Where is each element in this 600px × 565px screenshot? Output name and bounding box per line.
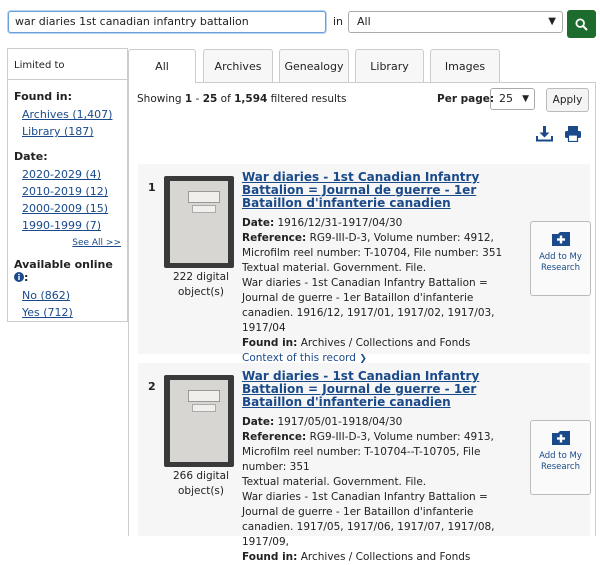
tab-genealogy[interactable]: Genealogy xyxy=(279,49,349,82)
bookmark-plus-icon xyxy=(552,431,570,445)
date-label: Date: xyxy=(242,217,275,229)
see-all-link[interactable]: See All >> xyxy=(14,238,121,248)
chevron-down-icon: ▼ xyxy=(522,94,529,104)
facet-link-archives[interactable]: Archives (1,407) xyxy=(22,106,121,123)
found-in-label: Found in: xyxy=(242,551,298,563)
facet-title-text: Available online xyxy=(14,258,113,271)
facet-title: Found in: xyxy=(14,90,72,103)
search-bar: war diaries 1st canadian infantry battal… xyxy=(0,0,600,44)
apply-button[interactable]: Apply xyxy=(546,88,589,112)
date-label: Date: xyxy=(242,416,275,428)
result-item: 1 222 digital object(s) War diaries - 1s… xyxy=(138,164,591,364)
range-end: 25 xyxy=(202,93,218,105)
result-details: Date: 1916/12/31-1917/04/30 Reference: R… xyxy=(242,216,522,367)
tab-archives[interactable]: Archives xyxy=(203,49,273,82)
facet-link-library[interactable]: Library (187) xyxy=(22,123,121,140)
result-type: Textual material. Government. File. xyxy=(242,262,427,274)
per-page-label: Per page: xyxy=(437,93,495,105)
digital-objects-count: 266 digital object(s) xyxy=(172,470,229,497)
facet-link-2010[interactable]: 2010-2019 (12) xyxy=(22,183,121,200)
info-icon[interactable] xyxy=(14,272,24,282)
in-label: in xyxy=(333,15,344,28)
result-number: 1 xyxy=(148,181,156,194)
range-sep: - xyxy=(192,93,203,105)
tab-images[interactable]: Images xyxy=(430,49,500,82)
result-thumbnail[interactable] xyxy=(164,375,234,467)
per-page-select[interactable]: 25 ▼ xyxy=(490,88,535,110)
tab-all[interactable]: All xyxy=(128,49,196,83)
scope-value: All xyxy=(357,15,371,28)
result-title-link[interactable]: War diaries - 1st Canadian Infantry Batt… xyxy=(242,370,512,409)
result-found-in: Archives / Collections and Fonds xyxy=(300,337,471,349)
facet-found-in: Found in: Archives (1,407) Library (187) xyxy=(8,90,127,140)
reference-label: Reference: xyxy=(242,232,307,244)
digital-objects-count: 222 digital object(s) xyxy=(172,271,229,298)
tab-library[interactable]: Library xyxy=(355,49,424,82)
result-thumbnail[interactable] xyxy=(164,176,234,268)
facet-link-yes[interactable]: Yes (712) xyxy=(22,304,121,321)
scope-select[interactable]: All ▼ xyxy=(348,11,563,33)
facet-title: Date: xyxy=(14,150,48,163)
search-input[interactable]: war diaries 1st canadian infantry battal… xyxy=(8,11,326,33)
add-to-research-button[interactable]: Add to My Research xyxy=(530,420,591,495)
filter-sidebar: Limited to Found in: Archives (1,407) Li… xyxy=(7,48,128,322)
download-icon[interactable] xyxy=(536,125,553,142)
sidebar-header: Limited to xyxy=(8,49,127,80)
per-page-value: 25 xyxy=(499,92,513,105)
showing-suffix: filtered results xyxy=(267,93,347,105)
facet-link-2000[interactable]: 2000-2009 (15) xyxy=(22,200,121,217)
facet-date: Date: 2020-2029 (4) 2010-2019 (12) 2000-… xyxy=(8,150,127,248)
result-details: Date: 1917/05/01-1918/04/30 Reference: R… xyxy=(242,415,522,565)
result-title-link[interactable]: War diaries - 1st Canadian Infantry Batt… xyxy=(242,171,512,210)
search-icon xyxy=(575,17,588,31)
of-label: of xyxy=(217,93,235,105)
results-count: Showing 1 - 25 of 1,594 filtered results xyxy=(137,93,347,105)
result-description: War diaries - 1st Canadian Infantry Batt… xyxy=(242,277,495,334)
result-item: 2 266 digital object(s) War diaries - 1s… xyxy=(138,363,591,563)
found-in-label: Found in: xyxy=(242,337,298,349)
bookmark-plus-icon xyxy=(552,232,570,246)
add-to-research-label: Add to My Research xyxy=(539,451,582,472)
facet-title: Available online : xyxy=(14,258,121,284)
total-count: 1,594 xyxy=(234,93,268,105)
chevron-down-icon: ▼ xyxy=(548,16,556,27)
facet-link-no[interactable]: No (862) xyxy=(22,287,121,304)
showing-prefix: Showing xyxy=(137,93,185,105)
add-to-research-label: Add to My Research xyxy=(539,252,582,273)
facet-online: Available online : No (862) Yes (712) xyxy=(8,258,127,321)
result-number: 2 xyxy=(148,380,156,393)
facet-link-2020[interactable]: 2020-2029 (4) xyxy=(22,166,121,183)
reference-label: Reference: xyxy=(242,431,307,443)
search-button[interactable] xyxy=(567,10,596,38)
print-icon[interactable] xyxy=(564,125,582,142)
result-date: 1917/05/01-1918/04/30 xyxy=(277,416,403,428)
result-found-in: Archives / Collections and Fonds xyxy=(300,551,471,563)
result-date: 1916/12/31-1917/04/30 xyxy=(277,217,403,229)
facet-link-1990[interactable]: 1990-1999 (7) xyxy=(22,217,121,234)
result-tabs: All Archives Genealogy Library Images xyxy=(128,49,596,83)
facet-title-colon: : xyxy=(24,271,29,284)
add-to-research-button[interactable]: Add to My Research xyxy=(530,221,591,296)
result-type: Textual material. Government. File. xyxy=(242,476,427,488)
result-description: War diaries - 1st Canadian Infantry Batt… xyxy=(242,491,495,548)
